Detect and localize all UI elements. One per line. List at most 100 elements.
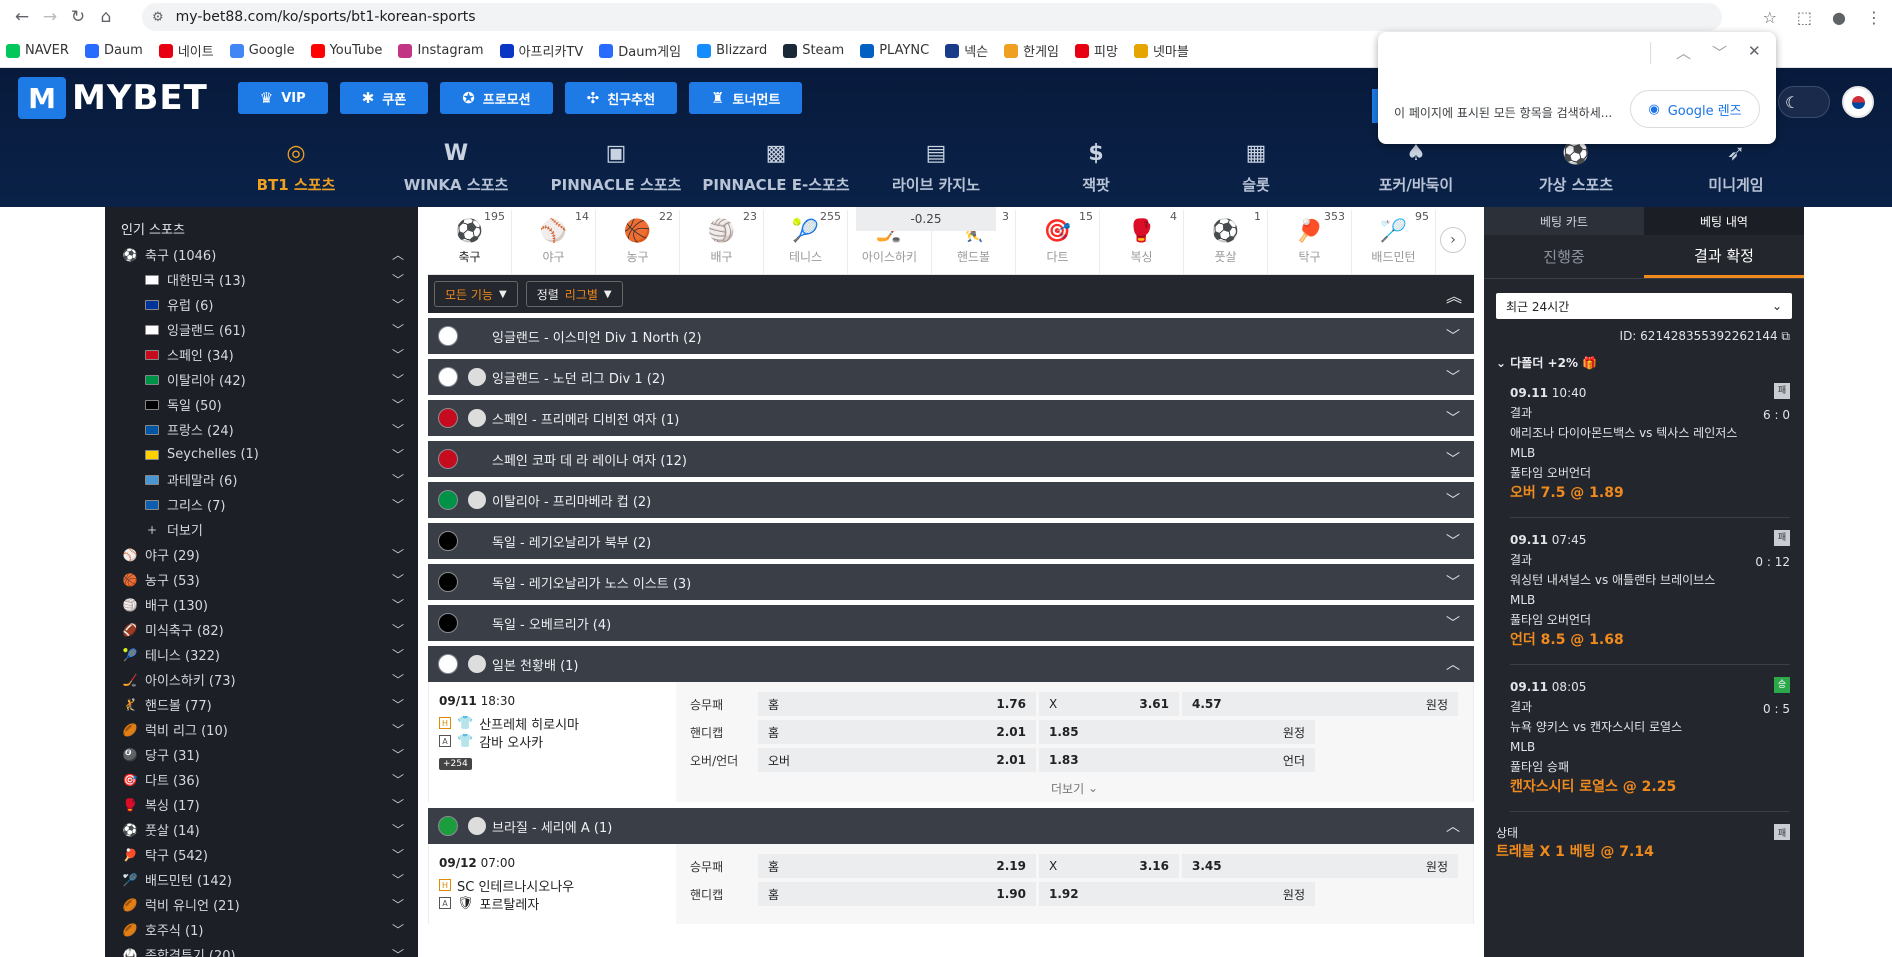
- nav-pinnacle-esports[interactable]: ▩ PINNACLE E-스포츠: [696, 141, 856, 195]
- sort-dropdown[interactable]: 정렬 리그별 ▼: [525, 281, 623, 307]
- site-logo[interactable]: M MYBET: [18, 77, 208, 119]
- league-header[interactable]: 이탈리아 - 프리마베라 컵 (2) ﹀: [428, 482, 1474, 518]
- sidebar-item-sport[interactable]: 🏉 호주식 (1) ﹀: [105, 917, 418, 942]
- reload-icon[interactable]: ↻: [64, 3, 92, 31]
- sidebar-item-sport[interactable]: 🏀 농구 (53) ﹀: [105, 567, 418, 592]
- bookmark-item[interactable]: 피망: [1075, 41, 1118, 60]
- chevron-down-icon[interactable]: ﹀: [392, 796, 404, 813]
- sidebar-item-sport[interactable]: 🏓 탁구 (542) ﹀: [105, 842, 418, 867]
- profile-icon[interactable]: ●: [1832, 8, 1846, 27]
- chevron-right-icon[interactable]: ›: [1440, 227, 1466, 253]
- sidebar-item-soccer[interactable]: ⚽ 축구 (1046) ︿: [105, 242, 418, 267]
- chevron-down-icon[interactable]: ﹀: [392, 946, 404, 957]
- chevron-down-icon[interactable]: ﹀: [392, 296, 404, 313]
- chevron-down-icon[interactable]: ﹀: [1446, 613, 1460, 633]
- sidebar-item-country[interactable]: 이탈리아 (42) ﹀: [105, 367, 418, 392]
- forward-icon[interactable]: →: [36, 3, 64, 31]
- odds-away[interactable]: 3.45 원정: [1182, 854, 1458, 878]
- sidebar-item-country[interactable]: 과테말라 (6) ﹀: [105, 467, 418, 492]
- chevron-down-icon[interactable]: ﹀: [392, 421, 404, 438]
- referral-button[interactable]: ✣ 친구추천: [564, 82, 678, 114]
- nav-bt1-sports[interactable]: ◎ BT1 스포츠: [216, 141, 376, 195]
- chevron-down-icon[interactable]: ﹀: [392, 696, 404, 713]
- league-header[interactable]: 일본 천황배 (1) ︿: [428, 646, 1474, 682]
- nav-winka-sports[interactable]: W WINKA 스포츠: [376, 141, 536, 195]
- chevron-down-icon[interactable]: ﹀: [392, 546, 404, 563]
- chevron-down-icon[interactable]: ﹀: [392, 746, 404, 763]
- sport-tab[interactable]: 195 ⚽ 축구: [428, 210, 512, 274]
- chevron-up-icon[interactable]: ︿: [1446, 816, 1460, 836]
- sport-tab[interactable]: 255 🎾 테니스: [764, 210, 848, 274]
- sidebar-item-sport[interactable]: 🏉 럭비 리그 (10) ﹀: [105, 717, 418, 742]
- language-flag-icon[interactable]: [1842, 86, 1874, 118]
- sidebar-item-country[interactable]: 유럽 (6) ﹀: [105, 292, 418, 317]
- chevron-down-icon[interactable]: ﹀: [392, 621, 404, 638]
- sport-tab[interactable]: 95 🏸 배드민턴: [1352, 210, 1436, 274]
- chevron-down-icon[interactable]: ﹀: [392, 896, 404, 913]
- odds-home[interactable]: 홈 2.19: [758, 854, 1036, 878]
- bookmark-item[interactable]: Daum게임: [599, 41, 681, 60]
- address-bar[interactable]: ⚙ my-bet88.com/ko/sports/bt1-korean-spor…: [142, 3, 1722, 31]
- sidebar-item-country[interactable]: 독일 (50) ﹀: [105, 392, 418, 417]
- sidebar-item-sport[interactable]: ⚾ 야구 (29) ﹀: [105, 542, 418, 567]
- more-markets-badge[interactable]: +254: [439, 758, 472, 770]
- chevron-down-icon[interactable]: ﹀: [1446, 572, 1460, 592]
- chevron-down-icon[interactable]: ﹀: [1712, 42, 1727, 63]
- chevron-down-icon[interactable]: ﹀: [1446, 490, 1460, 510]
- tab-bet-history[interactable]: 베팅 내역: [1644, 207, 1804, 235]
- nav-live-casino[interactable]: ▤ 라이브 카지노: [856, 141, 1016, 195]
- bookmark-item[interactable]: 한게임: [1004, 41, 1059, 60]
- odds-home[interactable]: 홈 1.76: [758, 692, 1036, 716]
- league-header[interactable]: 독일 - 레기오날리가 북부 (2) ﹀: [428, 523, 1474, 559]
- nav-pinnacle-sports[interactable]: ▣ PINNACLE 스포츠: [536, 141, 696, 195]
- sidebar-item-country[interactable]: Seychelles (1) ﹀: [105, 442, 418, 467]
- sport-tab[interactable]: 14 ⚾ 야구: [512, 210, 596, 274]
- bookmark-item[interactable]: Blizzard: [697, 43, 767, 58]
- sidebar-item-sport[interactable]: 🥊 복싱 (17) ﹀: [105, 792, 418, 817]
- bookmark-item[interactable]: Google: [229, 43, 295, 58]
- chevron-up-icon[interactable]: ︿: [1676, 42, 1691, 63]
- chevron-down-icon[interactable]: ﹀: [392, 496, 404, 513]
- nav-slot[interactable]: ▦ 슬롯: [1176, 141, 1336, 195]
- bookmark-item[interactable]: Instagram: [398, 43, 484, 58]
- sport-tab[interactable]: 23 🏐 배구: [680, 210, 764, 274]
- tournament-button[interactable]: ♜ 토너먼트: [689, 82, 803, 114]
- chevron-down-icon[interactable]: ﹀: [392, 646, 404, 663]
- chevron-down-icon[interactable]: ﹀: [392, 921, 404, 938]
- sidebar-item-country[interactable]: 스페인 (34) ﹀: [105, 342, 418, 367]
- all-features-dropdown[interactable]: 모든 기능 ▼: [434, 281, 518, 307]
- sport-tab[interactable]: 4 🥊 복싱: [1100, 210, 1184, 274]
- home-team[interactable]: H 👕 산프레체 히로시마: [439, 714, 666, 733]
- close-icon[interactable]: ✕: [1748, 42, 1761, 60]
- sidebar-item-sport[interactable]: 🏒 아이스하키 (73) ﹀: [105, 667, 418, 692]
- odds-away[interactable]: 1.85 원정: [1039, 720, 1315, 744]
- bookmark-item[interactable]: NAVER: [6, 43, 69, 58]
- sidebar-more[interactable]: + 더보기: [105, 517, 418, 542]
- sidebar-item-sport[interactable]: 🎱 당구 (31) ﹀: [105, 742, 418, 767]
- chevron-down-icon[interactable]: ﹀: [392, 321, 404, 338]
- copy-icon[interactable]: ⧉: [1781, 329, 1790, 343]
- chevron-down-icon[interactable]: ﹀: [392, 671, 404, 688]
- chevron-down-icon[interactable]: ﹀: [392, 596, 404, 613]
- extensions-icon[interactable]: ⬚: [1797, 8, 1812, 27]
- home-team[interactable]: H SC 인테르나시오나우: [439, 876, 666, 895]
- sport-tab[interactable]: 1 ⚽ 풋살: [1184, 210, 1268, 274]
- bookmark-item[interactable]: Daum: [84, 43, 143, 58]
- sidebar-item-sport[interactable]: 🏉 럭비 유니언 (21) ﹀: [105, 892, 418, 917]
- google-lens-button[interactable]: ◉ Google 렌즈: [1630, 90, 1760, 128]
- nav-jackpot[interactable]: $ 잭팟: [1016, 141, 1176, 195]
- tab-in-progress[interactable]: 진행중: [1484, 235, 1644, 278]
- chevron-down-icon[interactable]: ﹀: [392, 446, 404, 463]
- sport-tab[interactable]: 22 🏀 농구: [596, 210, 680, 274]
- bookmark-item[interactable]: YouTube: [310, 43, 382, 58]
- chevron-down-icon[interactable]: ﹀: [392, 871, 404, 888]
- chevron-down-icon[interactable]: ﹀: [392, 471, 404, 488]
- chevron-down-icon[interactable]: ﹀: [392, 821, 404, 838]
- chevron-down-icon[interactable]: ﹀: [392, 371, 404, 388]
- coupon-button[interactable]: ✱ 쿠폰: [339, 82, 429, 114]
- sidebar-item-country[interactable]: 프랑스 (24) ﹀: [105, 417, 418, 442]
- sidebar-item-country[interactable]: 잉글랜드 (61) ﹀: [105, 317, 418, 342]
- chevron-down-icon[interactable]: ﹀: [392, 346, 404, 363]
- tab-bet-cart[interactable]: 베팅 카트: [1484, 207, 1644, 235]
- bookmark-item[interactable]: 네이트: [158, 41, 214, 60]
